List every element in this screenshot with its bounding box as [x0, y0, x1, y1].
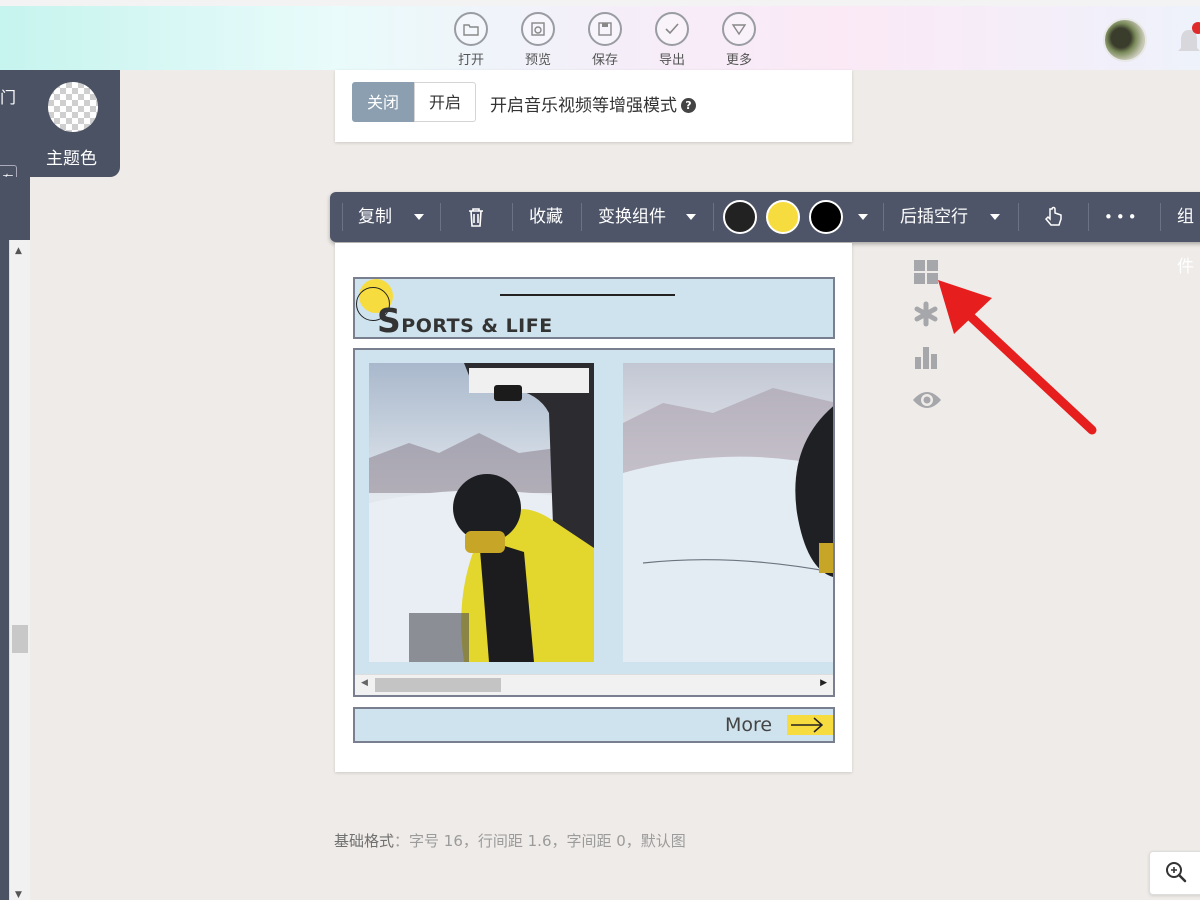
toolbar-divider [713, 203, 714, 231]
top-toolbar: 打开 预览 保存 导出 更多 [0, 0, 1200, 70]
horizontal-scrollbar-thumb[interactable] [375, 678, 501, 692]
theme-color-swatch[interactable] [48, 82, 98, 132]
red-annotation-arrow-icon [938, 280, 1097, 435]
notification-dot [1192, 22, 1200, 34]
help-icon[interactable]: ? [681, 98, 696, 113]
color-swatch-3[interactable] [809, 200, 843, 234]
component-toolbar: 复制 收藏 变换组件 后插空行 ••• 组件 [330, 192, 1200, 277]
toolbar-divider [1160, 203, 1161, 231]
user-avatar[interactable] [1103, 18, 1147, 62]
left-panel-edge-text: 门 [0, 88, 17, 107]
export-button[interactable]: 导出 [646, 12, 698, 68]
base-format-key: 基础格式 [334, 832, 395, 850]
insert-after-label: 后插空行 [900, 207, 968, 227]
sports-title-initial: S [377, 301, 402, 340]
toolbar-divider [440, 203, 441, 231]
color-swatch-2[interactable] [766, 200, 800, 234]
group-label: 组件 [1177, 207, 1194, 277]
arrow-right-icon[interactable] [787, 715, 833, 735]
open-button[interactable]: 打开 [445, 12, 497, 68]
collect-button[interactable]: 收藏 [529, 192, 563, 242]
check-icon [655, 12, 689, 46]
toolbar-more-label: ••• [1104, 208, 1140, 226]
more-bar[interactable]: More [353, 707, 835, 743]
save-label: 保存 [591, 53, 618, 68]
more-link[interactable]: More [725, 714, 772, 736]
transform-component-button[interactable]: 变换组件 [598, 192, 666, 242]
scroll-right-arrow-icon[interactable]: ▶ [820, 678, 827, 688]
copy-button[interactable]: 复制 [358, 192, 392, 242]
save-button[interactable]: 保存 [579, 12, 631, 68]
more-label: 更多 [725, 53, 752, 68]
toolbar-divider [581, 203, 582, 231]
skier-photo-1 [369, 363, 594, 662]
enhance-mode-card: 关闭 开启 开启音乐视频等增强模式? [335, 70, 852, 142]
insert-after-dropdown-icon[interactable] [990, 192, 1000, 242]
pointer-hand-icon[interactable] [1042, 192, 1066, 242]
save-icon [588, 12, 622, 46]
sports-title: SPORTS & LIFE [377, 301, 553, 340]
triangle-down-icon [722, 12, 756, 46]
more-button[interactable]: 更多 [713, 12, 765, 68]
scroll-left-arrow-icon[interactable]: ◀ [361, 678, 368, 688]
photo-gallery[interactable]: ◀ ▶ [353, 348, 835, 697]
enhance-mode-description: 开启音乐视频等增强模式 [490, 96, 677, 116]
color-dropdown-icon[interactable] [858, 192, 868, 242]
base-format-info: 基础格式：字号 16，行间距 1.6，字间距 0，默认图 [334, 830, 686, 851]
scrollbar-thumb[interactable] [12, 625, 28, 653]
transform-dropdown-icon[interactable] [686, 192, 696, 242]
toolbar-divider [1018, 203, 1019, 231]
enhance-mode-toggle: 关闭 开启 [352, 82, 477, 122]
preview-label: 预览 [524, 53, 551, 68]
base-format-value: ：字号 16，行间距 1.6，字间距 0，默认图 [394, 832, 686, 850]
left-panel: 门 有 主题色 [0, 70, 120, 201]
header-decor-line [500, 294, 675, 296]
enhance-mode-label: 开启音乐视频等增强模式? [490, 91, 696, 116]
toolbar-divider [1088, 203, 1089, 231]
notification-bell-icon[interactable] [1178, 22, 1200, 62]
copy-label: 复制 [358, 207, 392, 227]
editor-canvas-card: SPORTS & LIFE ◀ ▶ More [335, 243, 852, 772]
scroll-down-arrow-icon[interactable]: ▼ [15, 890, 22, 900]
toolbar-divider [342, 203, 343, 231]
zoom-in-icon [1166, 862, 1187, 883]
open-label: 打开 [457, 53, 484, 68]
zoom-button[interactable] [1149, 851, 1200, 895]
sports-header-box[interactable]: SPORTS & LIFE [353, 277, 835, 340]
enhance-on-button[interactable]: 开启 [414, 82, 477, 122]
collect-label: 收藏 [529, 207, 563, 227]
toolbar-more-button[interactable]: ••• [1104, 192, 1140, 242]
sports-title-rest: PORTS & LIFE [401, 315, 553, 337]
theme-color-label: 主题色 [46, 149, 97, 169]
color-swatch-1[interactable] [723, 200, 757, 234]
export-label: 导出 [658, 53, 685, 68]
folder-icon [454, 12, 488, 46]
enhance-off-button[interactable]: 关闭 [352, 82, 415, 122]
scroll-up-arrow-icon[interactable]: ▲ [15, 246, 22, 256]
skier-photo-2 [623, 363, 833, 662]
copy-dropdown-icon[interactable] [414, 192, 424, 242]
group-button[interactable]: 组件 [1177, 192, 1200, 277]
insert-after-button[interactable]: 后插空行 [900, 192, 968, 242]
toolbar-divider [512, 203, 513, 231]
transform-component-label: 变换组件 [598, 207, 666, 227]
trash-icon[interactable] [466, 192, 486, 242]
preview-button[interactable]: 预览 [512, 12, 564, 68]
vertical-scrollbar[interactable]: ▲ ▼ [9, 240, 30, 900]
horizontal-scrollbar[interactable]: ◀ ▶ [355, 674, 833, 695]
toolbar-divider [883, 203, 884, 231]
preview-icon [521, 12, 555, 46]
